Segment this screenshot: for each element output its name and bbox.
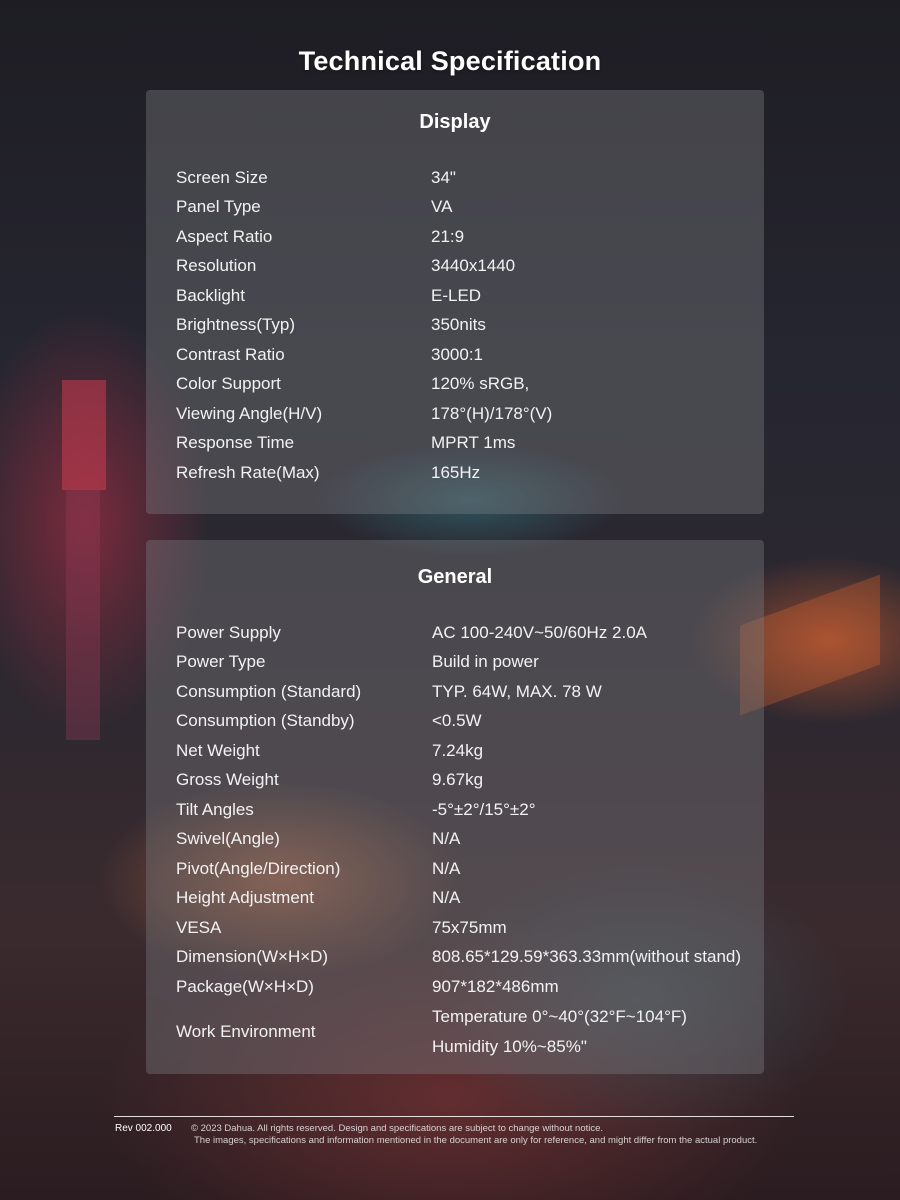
- work-environment-humidity: Humidity 10%~85%": [432, 1036, 587, 1056]
- spec-label: Backlight: [176, 285, 245, 305]
- display-section-title: Display: [419, 111, 491, 133]
- spec-value: 178°(H)/178°(V): [431, 403, 553, 423]
- spec-row: Net Weight 7.24kg: [176, 736, 754, 766]
- spec-row: Package(W×H×D) 907*182*486mm: [176, 972, 754, 1002]
- spec-row: Contrast Ratio 3000:1: [176, 340, 754, 370]
- spec-row: Gross Weight 9.67kg: [176, 766, 754, 796]
- spec-label: Work Environment: [176, 1021, 316, 1041]
- spec-value: E-LED: [431, 285, 482, 305]
- spec-value: N/A: [432, 829, 461, 849]
- spec-label: Tilt Angles: [176, 799, 254, 819]
- spec-value: 165Hz: [431, 462, 481, 482]
- spec-value: <0.5W: [432, 711, 482, 731]
- spec-label: Brightness(Typ): [176, 315, 296, 335]
- spec-value: Build in power: [432, 652, 539, 672]
- spec-value: 34": [431, 167, 456, 187]
- spec-value: 907*182*486mm: [432, 976, 559, 996]
- spec-label: Screen Size: [176, 167, 268, 187]
- spec-label: Power Type: [176, 652, 266, 672]
- page-title: Technical Specification: [298, 46, 602, 76]
- spec-value: 7.24kg: [432, 740, 484, 760]
- spec-value: 21:9: [431, 226, 465, 246]
- spec-row: Swivel(Angle) N/A: [176, 825, 754, 855]
- spec-row: Brightness(Typ) 350nits: [176, 311, 754, 341]
- legal-line-2: The images, specifications and informati…: [194, 1135, 758, 1146]
- spec-label: Viewing Angle(H/V): [176, 403, 323, 423]
- spec-row: VESA 75x75mm: [176, 913, 754, 943]
- spec-label: Consumption (Standby): [176, 711, 355, 731]
- spec-row: Refresh Rate(Max) 165Hz: [176, 458, 754, 488]
- spec-label: Consumption (Standard): [176, 681, 362, 701]
- display-spec-panel: Display Screen Size 34" Panel Type VA Aspe…: [146, 90, 764, 514]
- spec-label: Power Supply: [176, 622, 281, 642]
- spec-row: Pivot(Angle/Direction) N/A: [176, 854, 754, 884]
- general-section-title: General: [417, 566, 493, 588]
- spec-row: Response Time MPRT 1ms: [176, 429, 754, 459]
- general-spec-list: Power Supply AC 100-240V~50/60Hz 2.0A Pow…: [176, 618, 754, 1062]
- spec-row: Dimension(W×H×D) 808.65*129.59*363.33mm(w…: [176, 943, 754, 973]
- spec-value: 350nits: [431, 315, 486, 335]
- spec-row: Height Adjustment N/A: [176, 884, 754, 914]
- spec-label: Swivel(Angle): [176, 829, 280, 849]
- spec-value: 120% sRGB,: [431, 374, 530, 394]
- spec-label: Resolution: [176, 256, 257, 276]
- spec-label: Net Weight: [176, 740, 260, 760]
- spec-label: Package(W×H×D): [176, 976, 314, 996]
- spec-value: 9.67kg: [432, 770, 484, 790]
- spec-value: 3440x1440: [431, 256, 516, 276]
- spec-value: Temperature 0°~40°(32°F~104°F) Humidity …: [432, 1002, 754, 1061]
- spec-label: Height Adjustment: [176, 888, 314, 908]
- spec-value: VA: [431, 197, 453, 217]
- spec-label: Pivot(Angle/Direction): [176, 858, 341, 878]
- spec-row: Tilt Angles -5°±2°/15°±2°: [176, 795, 754, 825]
- spec-value: -5°±2°/15°±2°: [432, 799, 536, 819]
- spec-row: Consumption (Standby) <0.5W: [176, 707, 754, 737]
- background-neon-glow: [66, 490, 100, 740]
- spec-row: Resolution 3440x1440: [176, 252, 754, 282]
- spec-row: Color Support 120% sRGB,: [176, 370, 754, 400]
- spec-value: N/A: [432, 858, 461, 878]
- work-environment-temperature: Temperature 0°~40°(32°F~104°F): [432, 1007, 687, 1026]
- spec-label: Refresh Rate(Max): [176, 462, 320, 482]
- spec-value: MPRT 1ms: [431, 433, 516, 453]
- spec-row: Viewing Angle(H/V) 178°(H)/178°(V): [176, 399, 754, 429]
- spec-label: Dimension(W×H×D): [176, 947, 329, 967]
- spec-row: Power Type Build in power: [176, 648, 754, 678]
- spec-row-work-environment: Work Environment Temperature 0°~40°(32°F…: [176, 1002, 754, 1062]
- spec-label: VESA: [176, 917, 222, 937]
- spec-label: Color Support: [176, 374, 281, 394]
- legal-line-1: © 2023 Dahua. All rights reserved. Desig…: [191, 1123, 604, 1134]
- spec-row: Screen Size 34": [176, 163, 754, 193]
- spec-label: Gross Weight: [176, 770, 279, 790]
- spec-row: Panel Type VA: [176, 193, 754, 223]
- spec-value: 75x75mm: [432, 917, 507, 937]
- spec-label: Panel Type: [176, 197, 261, 217]
- spec-row: Consumption (Standard) TYP. 64W, MAX. 78 …: [176, 677, 754, 707]
- footer-divider: [114, 1116, 794, 1117]
- spec-label: Contrast Ratio: [176, 344, 285, 364]
- spec-row: Backlight E-LED: [176, 281, 754, 311]
- revision-label: Rev 002.000: [115, 1123, 172, 1134]
- legal-notice: © 2023 Dahua. All rights reserved. Desig…: [191, 1123, 757, 1147]
- spec-row: Aspect Ratio 21:9: [176, 222, 754, 252]
- spec-value: N/A: [432, 888, 461, 908]
- spec-value: 808.65*129.59*363.33mm(without stand): [432, 947, 742, 967]
- spec-value: AC 100-240V~50/60Hz 2.0A: [432, 622, 648, 642]
- display-spec-list: Screen Size 34" Panel Type VA Aspect Ratio…: [176, 163, 754, 488]
- spec-value: TYP. 64W, MAX. 78 W: [432, 681, 602, 701]
- spec-value: 3000:1: [431, 344, 483, 364]
- spec-label: Aspect Ratio: [176, 226, 273, 246]
- spec-row: Power Supply AC 100-240V~50/60Hz 2.0A: [176, 618, 754, 648]
- background-neon-sign: [62, 380, 106, 490]
- general-spec-panel: General Power Supply AC 100-240V~50/60Hz …: [146, 540, 764, 1074]
- spec-label: Response Time: [176, 433, 295, 453]
